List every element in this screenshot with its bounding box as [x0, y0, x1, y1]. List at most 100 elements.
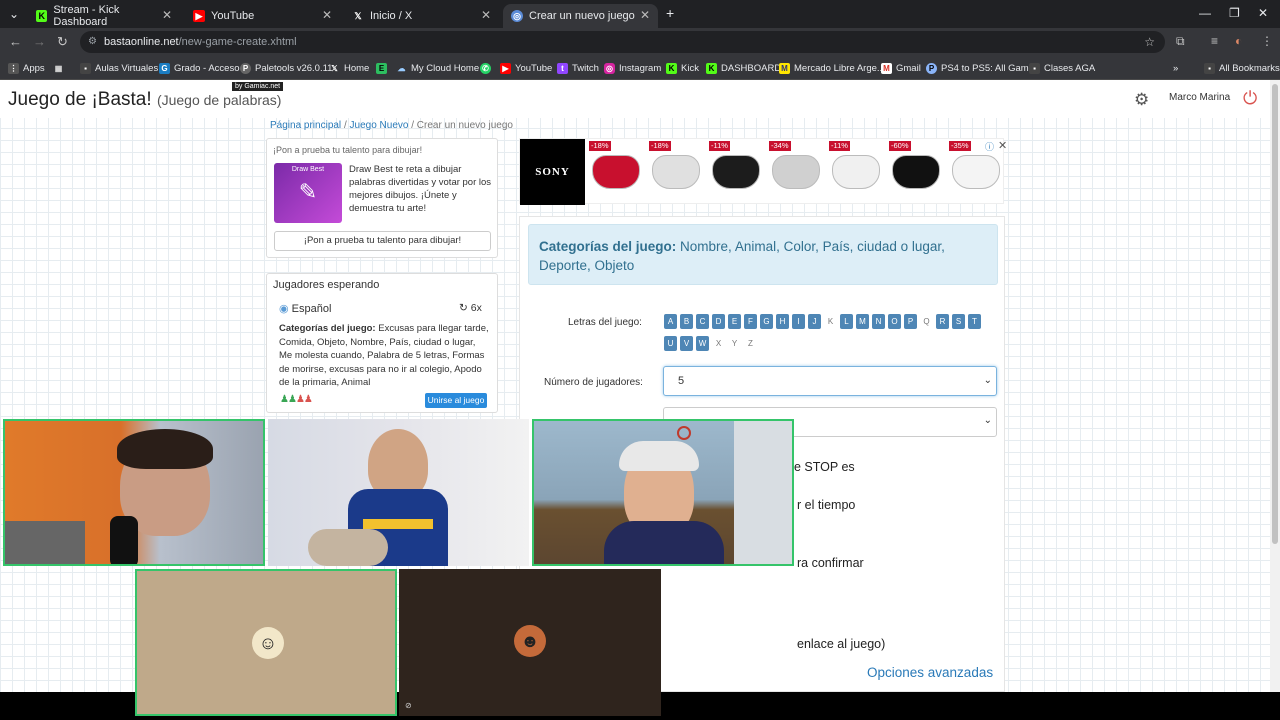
- bookmark-clases[interactable]: ▪ Clases AGA: [1029, 60, 1095, 76]
- letter-k[interactable]: K: [824, 314, 837, 329]
- tab-x[interactable]: 𝕏 Inicio / X ✕: [344, 4, 499, 28]
- letter-h[interactable]: H: [776, 314, 789, 329]
- letter-u[interactable]: U: [664, 336, 677, 351]
- close-icon[interactable]: ✕: [162, 8, 172, 22]
- page-title[interactable]: Juego de ¡Basta! (Juego de palabras): [8, 89, 281, 111]
- letter-q[interactable]: Q: [920, 314, 933, 329]
- address-bar[interactable]: ⚙ bastaonline.net/new-game-create.xhtml …: [80, 31, 1165, 53]
- all-bookmarks[interactable]: ▪ All Bookmarks: [1204, 60, 1280, 76]
- window-close-icon[interactable]: ✕: [1258, 6, 1268, 20]
- letter-y[interactable]: Y: [728, 336, 741, 351]
- letter-s[interactable]: S: [952, 314, 965, 329]
- letter-m[interactable]: M: [856, 314, 869, 329]
- letter-j[interactable]: J: [808, 314, 821, 329]
- bookmark-gmail[interactable]: M Gmail: [881, 60, 921, 76]
- bookmark-whatsapp[interactable]: ✆: [480, 60, 495, 76]
- tab-youtube[interactable]: ▶ YouTube ✕: [185, 4, 340, 28]
- close-icon[interactable]: ✕: [998, 139, 1007, 152]
- breadcrumb-home[interactable]: Página principal: [270, 120, 341, 131]
- letter-d[interactable]: D: [712, 314, 725, 329]
- tab-kick[interactable]: K Stream - Kick Dashboard ✕: [28, 4, 180, 28]
- argentina-flag-icon: ◉: [279, 303, 289, 315]
- gear-icon[interactable]: ⚙: [1134, 90, 1149, 110]
- bookmark-twitch[interactable]: t Twitch: [557, 60, 599, 76]
- forward-icon[interactable]: →: [33, 34, 46, 49]
- letter-t[interactable]: T: [968, 314, 981, 329]
- ad-product[interactable]: -18%: [587, 139, 645, 205]
- letter-i[interactable]: I: [792, 314, 805, 329]
- reload-icon[interactable]: ↻: [57, 34, 68, 50]
- ad-product[interactable]: -11%: [827, 139, 885, 205]
- bookmark-label: Paletools v26.0.11: [255, 62, 333, 74]
- new-tab-icon[interactable]: +: [666, 5, 674, 21]
- language-label: Español: [291, 303, 332, 315]
- ad-product[interactable]: -60%: [887, 139, 945, 205]
- x-icon: 𝕏: [331, 63, 338, 73]
- site-info-icon[interactable]: ⚙: [88, 31, 97, 53]
- minimize-icon[interactable]: —: [1199, 6, 1211, 20]
- letter-z[interactable]: Z: [744, 336, 757, 351]
- letter-v[interactable]: V: [680, 336, 693, 351]
- bookmark-youtube[interactable]: ▶ YouTube: [500, 60, 552, 76]
- letter-l[interactable]: L: [840, 314, 853, 329]
- bookmarks-overflow[interactable]: »: [1173, 60, 1178, 76]
- players-select[interactable]: 5 ⌄: [663, 366, 997, 396]
- letter-w[interactable]: W: [696, 336, 709, 351]
- letter-o[interactable]: O: [888, 314, 901, 329]
- bookmark-dashboard[interactable]: K DASHBOARD: [706, 60, 781, 76]
- scrollbar-thumb[interactable]: [1272, 84, 1278, 544]
- advanced-options-link[interactable]: Opciones avanzadas: [867, 665, 993, 680]
- close-icon[interactable]: ✕: [322, 8, 332, 22]
- bookmark-mercadolibre[interactable]: M Mercado Libre Arge...: [779, 60, 885, 76]
- bookmark-instagram[interactable]: ◎ Instagram: [604, 60, 661, 76]
- youtube-icon: ▶: [193, 10, 205, 22]
- draw-promo-button[interactable]: ¡Pon a prueba tu talento para dibujar!: [274, 231, 491, 251]
- letter-a[interactable]: A: [664, 314, 677, 329]
- bookmark-kick[interactable]: K Kick: [666, 60, 699, 76]
- letter-f[interactable]: F: [744, 314, 757, 329]
- username[interactable]: Marco Marina: [1169, 92, 1230, 103]
- bookmark-home[interactable]: 𝕏 Home: [329, 60, 369, 76]
- restore-icon[interactable]: ❐: [1229, 6, 1240, 20]
- join-game-button[interactable]: Unirse al juego: [425, 393, 487, 408]
- bookmark-paletools[interactable]: P Paletools v26.0.11: [240, 60, 332, 76]
- bookmark-apps[interactable]: ⋮ Apps: [8, 60, 45, 76]
- bookmark-grado[interactable]: G Grado - Acceso: [159, 60, 239, 76]
- ad-product[interactable]: -35%: [947, 139, 1005, 205]
- letter-r[interactable]: R: [936, 314, 949, 329]
- bookmark-mycloud[interactable]: ☁ My Cloud Home: [396, 60, 480, 76]
- back-icon[interactable]: ←: [9, 34, 22, 49]
- profile-icon[interactable]: ◐: [1235, 34, 1242, 48]
- letter-b[interactable]: B: [680, 314, 693, 329]
- star-icon[interactable]: ☆: [1144, 31, 1155, 53]
- letter-n[interactable]: N: [872, 314, 885, 329]
- ad-product[interactable]: -34%: [767, 139, 825, 205]
- discount-badge: -18%: [649, 141, 671, 151]
- bookmark-ps4[interactable]: P PS4 to PS5: All Gam...: [926, 60, 1037, 76]
- ad-product[interactable]: -18%: [647, 139, 705, 205]
- letter-c[interactable]: C: [696, 314, 709, 329]
- letter-x[interactable]: X: [712, 336, 725, 351]
- close-icon[interactable]: ✕: [481, 8, 491, 22]
- product-image: [712, 155, 760, 189]
- ad-product[interactable]: -11%: [707, 139, 765, 205]
- letter-p[interactable]: P: [904, 314, 917, 329]
- menu-icon[interactable]: ⋮: [1261, 34, 1273, 48]
- letter-g[interactable]: G: [760, 314, 773, 329]
- media-icon[interactable]: ≡: [1211, 34, 1218, 48]
- tab-search-icon[interactable]: ⌄: [9, 7, 19, 21]
- draw-best-image[interactable]: Draw Best ✎: [274, 163, 342, 223]
- ad-info-icon[interactable]: ⓘ: [985, 140, 994, 153]
- grid-bookmark[interactable]: ▦: [53, 60, 68, 76]
- breadcrumb-new-game[interactable]: Juego Nuevo: [350, 120, 409, 131]
- tab-active-game[interactable]: ◎ Crear un nuevo juego ✕: [503, 4, 658, 28]
- rounds-count: 6x: [470, 302, 482, 314]
- bookmark-label: Mercado Libre Arge...: [794, 62, 885, 74]
- sony-ad-banner[interactable]: SONY -18% -18% -11% -34% -11% -60% -35% ⓘ ✕: [519, 138, 1007, 205]
- letter-e[interactable]: E: [728, 314, 741, 329]
- close-icon[interactable]: ✕: [640, 8, 650, 22]
- bookmark-evernote[interactable]: E: [376, 60, 391, 76]
- bookmark-aulas[interactable]: ▪ Aulas Virtuales: [80, 60, 158, 76]
- power-icon[interactable]: ⏻: [1243, 88, 1257, 109]
- extensions-icon[interactable]: ⧉: [1176, 34, 1185, 49]
